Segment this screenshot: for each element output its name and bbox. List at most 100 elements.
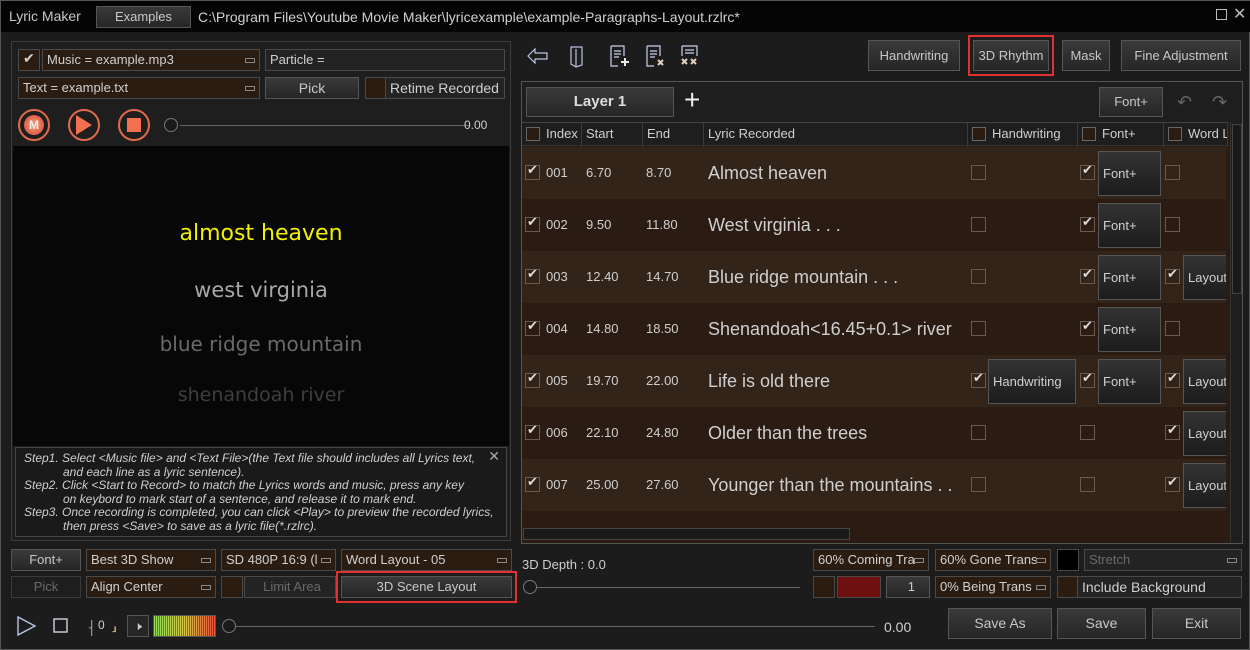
resolution-select[interactable]: SD 480P 16:9 (l xyxy=(221,549,336,571)
handwriting-checkbox[interactable] xyxy=(971,269,986,284)
speaker-icon[interactable]: 🕨 xyxy=(127,615,149,637)
add-layer-icon[interactable]: + xyxy=(684,86,700,114)
font-checkbox[interactable]: ✔ xyxy=(1080,214,1095,232)
stop-icon[interactable] xyxy=(51,616,71,636)
help-close-icon[interactable]: ✕ xyxy=(488,449,500,464)
particle-field[interactable]: Particle = xyxy=(265,49,505,71)
marker-end-icon[interactable]: ⸥ xyxy=(111,615,117,635)
handwriting-checkbox[interactable] xyxy=(971,165,986,180)
word-layout-button[interactable]: Layout xyxy=(1183,255,1226,300)
table-row[interactable]: ✔ 003 12.40 14.70 Blue ridge mountain . . . ✔… xyxy=(522,251,1226,303)
record-play-button[interactable] xyxy=(68,109,100,141)
row-checkbox[interactable]: ✔ xyxy=(525,214,540,232)
table-row[interactable]: ✔ 001 6.70 8.70 Almost heaven ✔ Font+ xyxy=(522,147,1226,199)
add-line-icon[interactable] xyxy=(606,43,632,69)
color-swatch-black[interactable] xyxy=(1057,549,1079,571)
align-select[interactable]: Align Center xyxy=(86,576,216,598)
playback-slider-knob[interactable] xyxy=(222,619,236,633)
text-file-select[interactable]: Text = example.txt xyxy=(18,77,260,99)
handwriting-checkbox[interactable]: ✔ xyxy=(971,370,986,388)
table-row[interactable]: ✔ 006 22.10 24.80 Older than the trees ✔ Layou… xyxy=(522,407,1226,459)
record-slider-knob[interactable] xyxy=(164,118,178,132)
font-plus-bottom-button[interactable]: Font+ xyxy=(11,549,81,571)
3d-scene-layout-button[interactable]: 3D Scene Layout xyxy=(336,571,517,603)
select-all-checkbox[interactable] xyxy=(526,126,540,141)
layer-tab[interactable]: Layer 1 xyxy=(526,87,674,117)
header-index[interactable]: Index xyxy=(522,123,582,147)
marker-start-icon[interactable]: ⸡ xyxy=(86,615,95,637)
table-row[interactable]: ✔ 005 19.70 22.00 Life is old there ✔ Handwrit… xyxy=(522,355,1226,407)
word-layout-all-checkbox[interactable] xyxy=(1168,126,1182,141)
row-checkbox[interactable]: ✔ xyxy=(525,318,540,336)
tab-mask[interactable]: Mask xyxy=(1062,40,1110,71)
depth-slider-knob[interactable] xyxy=(523,580,537,594)
handwriting-checkbox[interactable] xyxy=(971,321,986,336)
font-plus-button[interactable]: Font+ xyxy=(1099,87,1163,117)
music-checkbox[interactable]: ✔ xyxy=(18,49,40,71)
font-plus-row-button[interactable]: Font+ xyxy=(1098,203,1161,248)
play-icon[interactable] xyxy=(15,614,39,638)
word-layout-select[interactable]: Word Layout - 05 xyxy=(341,549,512,571)
delete-all-icon[interactable] xyxy=(677,43,703,69)
maximize-icon[interactable] xyxy=(1216,9,1227,20)
handwriting-all-checkbox[interactable] xyxy=(972,126,986,141)
font-checkbox[interactable]: ✔ xyxy=(1080,370,1095,388)
handwriting-checkbox[interactable] xyxy=(971,477,986,492)
font-plus-row-button[interactable]: Font+ xyxy=(1098,255,1161,300)
row-checkbox[interactable]: ✔ xyxy=(525,474,540,492)
handwriting-button[interactable]: Handwriting xyxy=(988,359,1076,404)
word-layout-checkbox[interactable]: ✔ xyxy=(1165,370,1180,388)
handwriting-checkbox[interactable] xyxy=(971,425,986,440)
stretch-select[interactable]: Stretch xyxy=(1084,549,1242,571)
header-start[interactable]: Start xyxy=(582,123,643,147)
back-arrow-icon[interactable] xyxy=(525,43,551,69)
save-as-button[interactable]: Save As xyxy=(948,608,1052,639)
font-checkbox[interactable] xyxy=(1080,477,1095,492)
record-m-button[interactable]: M xyxy=(18,109,50,141)
pick-button[interactable]: Pick xyxy=(265,77,359,99)
gone-trans-select[interactable]: 60% Gone Trans xyxy=(935,549,1051,571)
vertical-scroll-thumb[interactable] xyxy=(1232,124,1242,294)
word-layout-button[interactable]: Layout xyxy=(1183,411,1226,456)
font-checkbox[interactable]: ✔ xyxy=(1080,266,1095,284)
table-row[interactable]: ✔ 002 9.50 11.80 West virginia . . . ✔ Font+ xyxy=(522,199,1226,251)
word-layout-button[interactable]: Layout xyxy=(1183,359,1226,404)
include-background-checkbox[interactable] xyxy=(1057,576,1079,598)
header-handwriting[interactable]: Handwriting xyxy=(968,123,1078,147)
vertical-scrollbar[interactable] xyxy=(1230,122,1242,542)
word-layout-button[interactable]: Layout xyxy=(1183,463,1226,508)
row-checkbox[interactable]: ✔ xyxy=(525,370,540,388)
font-plus-row-button[interactable]: Font+ xyxy=(1098,151,1161,196)
close-icon[interactable]: ✕ xyxy=(1233,4,1246,24)
font-plus-row-button[interactable]: Font+ xyxy=(1098,359,1161,404)
horizontal-scrollbar[interactable] xyxy=(523,528,850,540)
limit-area-checkbox[interactable] xyxy=(221,576,243,598)
open-door-icon[interactable] xyxy=(564,43,590,69)
row-checkbox[interactable]: ✔ xyxy=(525,266,540,284)
word-layout-checkbox[interactable]: ✔ xyxy=(1165,266,1180,284)
show-style-select[interactable]: Best 3D Show xyxy=(86,549,216,571)
table-row[interactable]: ✔ 007 25.00 27.60 Younger than the mountains… xyxy=(522,459,1226,511)
word-layout-checkbox[interactable]: ✔ xyxy=(1165,474,1180,492)
row-checkbox[interactable]: ✔ xyxy=(525,422,540,440)
header-font[interactable]: Font+ xyxy=(1078,123,1164,147)
save-button[interactable]: Save xyxy=(1057,608,1146,639)
word-layout-checkbox[interactable]: ✔ xyxy=(1165,422,1180,440)
record-stop-button[interactable] xyxy=(118,109,150,141)
color-count-button[interactable]: 1 xyxy=(886,576,930,598)
tab-handwriting[interactable]: Handwriting xyxy=(868,40,960,71)
font-checkbox[interactable] xyxy=(1080,425,1095,440)
pick-bottom-button[interactable]: Pick xyxy=(11,576,81,598)
retime-checkbox[interactable] xyxy=(365,77,387,99)
row-checkbox[interactable]: ✔ xyxy=(525,162,540,180)
font-all-checkbox[interactable] xyxy=(1082,126,1096,141)
redo-icon[interactable]: ↷ xyxy=(1212,92,1227,113)
tab-fine-adjustment[interactable]: Fine Adjustment xyxy=(1121,40,1241,71)
coming-trans-select[interactable]: 60% Coming Tra xyxy=(813,549,929,571)
word-layout-checkbox[interactable] xyxy=(1165,321,1180,336)
depth-slider-track[interactable] xyxy=(535,587,800,588)
header-word-layout[interactable]: Word L xyxy=(1164,123,1228,147)
delete-line-icon[interactable] xyxy=(642,43,668,69)
exit-button[interactable]: Exit xyxy=(1152,608,1241,639)
font-checkbox[interactable]: ✔ xyxy=(1080,318,1095,336)
